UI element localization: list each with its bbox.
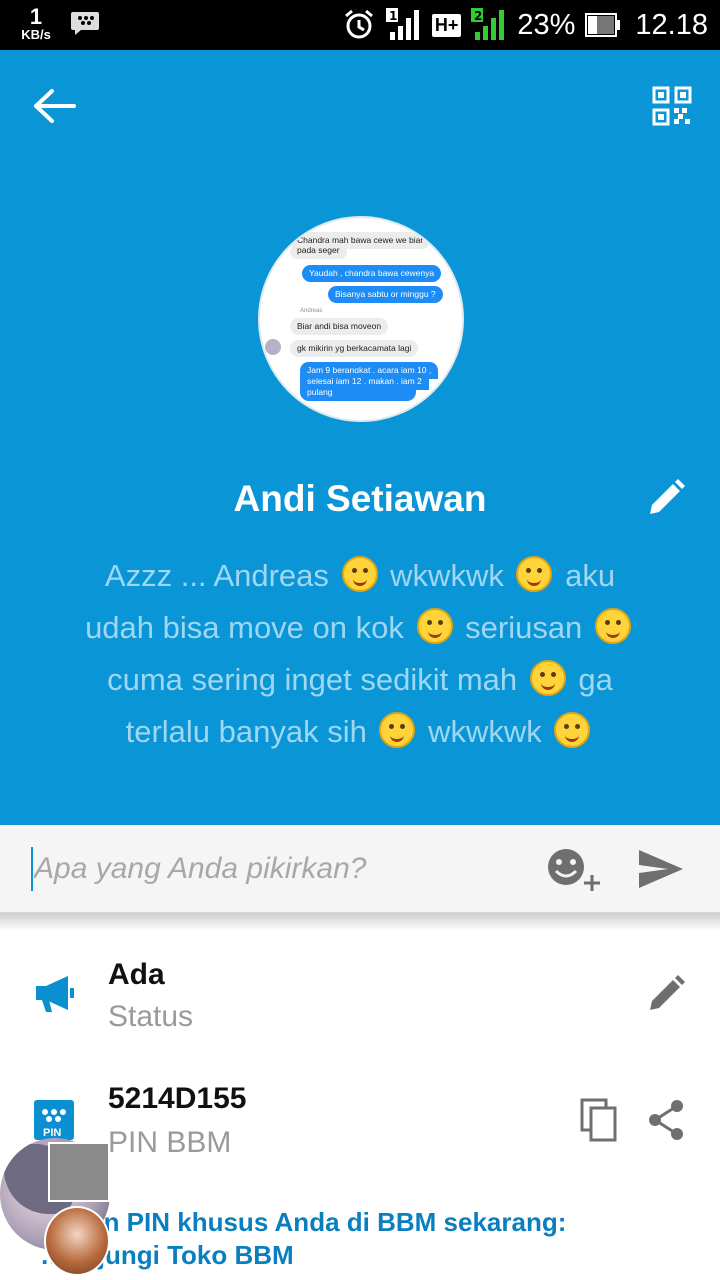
promo-line-2: …unjungi Toko BBM: [40, 1240, 294, 1270]
network-speed-unit: KB/s: [21, 27, 51, 42]
network-type-badge: H+: [431, 13, 462, 37]
chat-bubble: Bisanya sabtu or minggu ?: [328, 286, 443, 303]
status-update-input[interactable]: [34, 845, 504, 893]
megaphone-icon: [36, 976, 74, 1012]
back-arrow-icon[interactable]: [30, 86, 82, 126]
rofl-face-icon: [379, 712, 416, 748]
battery-icon: [585, 13, 621, 37]
signal-sim2-icon: 2: [471, 8, 505, 40]
status-composer: [0, 825, 720, 913]
status-icons: 1 H+ 2 23% 12.18: [342, 0, 708, 50]
status-bar: 1 KB/s 1 H+ 2 23% 12.18: [0, 0, 720, 50]
status-text: Azzz ... Andreas: [104, 558, 329, 593]
availability-label: Status: [108, 1000, 194, 1033]
battery-percent: 23%: [517, 8, 576, 41]
text-caret: [31, 847, 33, 891]
network-speed-value: 1: [29, 4, 43, 29]
qr-code-icon[interactable]: [652, 86, 692, 126]
add-emoji-icon[interactable]: [546, 845, 604, 895]
chat-head-thumbnail[interactable]: [48, 1142, 110, 1202]
send-icon[interactable]: [636, 847, 686, 891]
yum-face-icon: [516, 556, 553, 592]
chat-sender-name: Andreas: [300, 308, 323, 314]
laughing-face-icon: [529, 660, 566, 696]
pin-label: PIN BBM: [108, 1126, 232, 1159]
profile-status-message: Azzz ... Andreas wkwkwk aku udah bisa mo…: [80, 550, 640, 758]
chat-bubble: Biar andi bisa moveon: [290, 318, 389, 335]
chat-bubble: pada seger: [290, 245, 347, 259]
chat-head-avatar-small[interactable]: [44, 1206, 110, 1276]
edit-pencil-icon[interactable]: [644, 476, 688, 520]
toko-bbm-promo-link[interactable]: …tkan PIN khusus Anda di BBM sekarang: ……: [40, 1206, 660, 1272]
pleading-face-icon: [341, 556, 378, 592]
grin-face-icon: [416, 608, 453, 644]
clock: 12.18: [635, 8, 708, 41]
yum-face-icon: [554, 712, 591, 748]
chat-bubble: gk mikirin yg berkacamata lagi: [290, 340, 419, 357]
profile-picture[interactable]: Chandra mah bawa cewe we biar pada seger…: [258, 216, 464, 422]
divider-shadow: [0, 913, 720, 931]
alarm-icon: [344, 9, 373, 39]
sim1-badge: 1: [389, 9, 397, 23]
availability-value: Ada: [108, 958, 165, 991]
profile-name: Andi Setiawan: [233, 478, 487, 519]
chat-bubble: Yaudah , chandra bawa cewenya: [302, 265, 442, 282]
status-text: wkwkwk: [390, 558, 504, 593]
status-text: wkwkwk: [428, 714, 542, 749]
profile-header: Chandra mah bawa cewe we biar pada seger…: [0, 50, 720, 825]
smile-face-icon: [594, 608, 631, 644]
chat-sender-avatar: [265, 339, 281, 355]
profile-screen: 1 KB/s 1 H+ 2 23% 12.18 Chandra mah bawa…: [0, 0, 720, 1280]
promo-line-1: …tkan PIN khusus Anda di BBM sekarang:: [40, 1207, 567, 1237]
signal-sim1-icon: 1: [385, 8, 419, 40]
status-text: cuma sering inget sedikit mah: [107, 662, 518, 697]
availability-row[interactable]: Ada Status: [0, 946, 720, 1056]
share-icon[interactable]: [644, 1098, 688, 1142]
pin-value: 5214D155: [108, 1082, 247, 1115]
status-text: seriusan: [465, 610, 583, 645]
edit-status-pencil-icon[interactable]: [644, 972, 688, 1016]
chat-bubble: pulang: [300, 384, 416, 401]
network-speed: 1 KB/s: [14, 4, 58, 42]
copy-icon[interactable]: [578, 1098, 622, 1142]
floating-chat-heads[interactable]: [0, 1138, 112, 1280]
sim2-badge: 2: [474, 9, 482, 23]
bbm-notification-icon: [71, 12, 99, 35]
